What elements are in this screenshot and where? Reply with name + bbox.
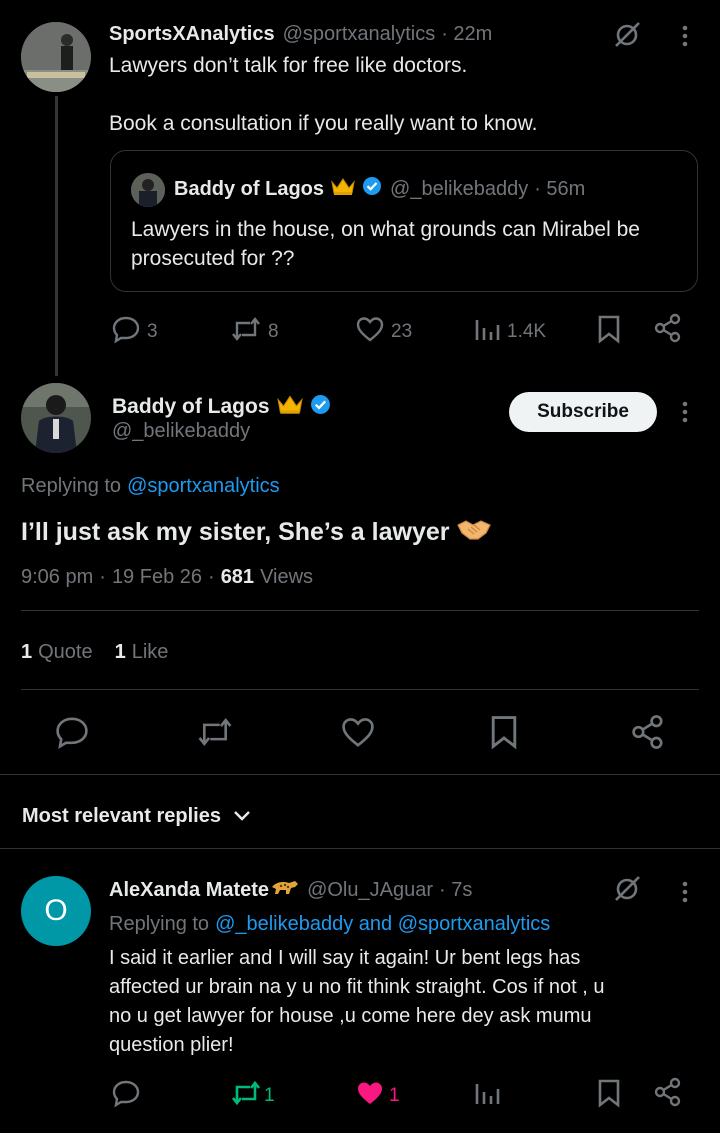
author-handle[interactable]: @_belikebaddy [112, 420, 250, 443]
avatar[interactable] [21, 383, 91, 453]
chevron-down-icon [233, 805, 251, 828]
author-handle[interactable]: @Olu_JAguar [307, 879, 433, 902]
reply-icon[interactable] [111, 1078, 141, 1108]
post-time: 9:06 pm [21, 565, 94, 588]
heart-icon [355, 314, 385, 350]
reply-icon[interactable] [54, 714, 90, 750]
handshake-icon [457, 517, 492, 548]
share-icon[interactable] [653, 313, 683, 343]
avatar[interactable] [21, 22, 91, 92]
thread-line [55, 96, 58, 376]
verified-badge-icon [310, 394, 331, 421]
post-text: I’ll just ask my sister, She’s a lawyer [21, 517, 450, 546]
like-button[interactable]: 23 [355, 314, 412, 350]
divider [21, 689, 699, 690]
quotes-label: Quote [38, 640, 93, 663]
sort-replies-dropdown[interactable]: Most relevant replies [22, 802, 251, 830]
repost-icon [230, 1078, 262, 1114]
reply-count: 3 [147, 321, 158, 342]
quoted-avatar [131, 173, 165, 207]
repost-icon [230, 314, 262, 350]
quoted-post-text: Lawyers in the house, on what grounds ca… [131, 218, 640, 270]
post-text-line: Book a consultation if you really want t… [109, 112, 538, 135]
share-icon[interactable] [653, 1077, 683, 1107]
post-text-line: Lawyers don’t talk for free like doctors… [109, 54, 468, 77]
jaguar-icon [271, 878, 299, 902]
divider [21, 610, 699, 611]
reply-text-line: affected ur brain na y u no fit think st… [109, 976, 605, 998]
replying-to-label: Replying to [21, 474, 122, 497]
more-options-icon[interactable] [680, 400, 690, 424]
author-name[interactable]: AleXanda Matete [109, 879, 269, 902]
avatar-letter: O [44, 894, 68, 927]
views-label: Views [260, 565, 314, 588]
quoted-post[interactable]: Baddy of Lagos @_belikebaddy · 56m Lawye… [110, 150, 698, 292]
heart-icon[interactable] [340, 714, 376, 750]
likes-stat[interactable]: 1 Like [115, 641, 169, 664]
reply-button[interactable]: 3 [111, 314, 158, 350]
post-time[interactable]: · 22m [441, 23, 492, 46]
grok-icon[interactable] [612, 20, 642, 50]
section-divider [0, 774, 720, 775]
quoted-author-name: Baddy of Lagos [174, 177, 325, 200]
quotes-count: 1 [21, 640, 33, 663]
repost-button[interactable]: 1 [230, 1078, 275, 1114]
avatar[interactable]: O [21, 876, 91, 946]
reply-icon [111, 314, 141, 350]
views-icon[interactable] [473, 1078, 501, 1108]
post-time[interactable]: · 7s [439, 879, 472, 902]
crown-icon [276, 393, 304, 421]
separator-dot: · [208, 565, 215, 588]
author-name[interactable]: Baddy of Lagos [112, 395, 270, 419]
verified-badge-icon [362, 176, 382, 202]
more-options-icon[interactable] [680, 24, 690, 48]
section-divider [0, 848, 720, 849]
sort-label: Most relevant replies [22, 804, 221, 827]
author-name[interactable]: SportsXAnalytics [109, 23, 275, 46]
like-count: 23 [391, 321, 413, 342]
bookmark-icon[interactable] [596, 1078, 622, 1108]
post-date: 19 Feb 26 [111, 565, 203, 588]
grok-icon[interactable] [612, 874, 642, 904]
crown-icon [330, 176, 356, 202]
subscribe-button[interactable]: Subscribe [509, 392, 657, 432]
share-icon[interactable] [630, 714, 666, 750]
views-icon [473, 314, 501, 350]
bookmark-icon[interactable] [488, 714, 520, 750]
reply-text-line: no u get lawyer for house ,u come here d… [109, 1005, 592, 1027]
repost-count: 8 [268, 321, 279, 342]
reply-text: I said it earlier and I will say it agai… [109, 944, 604, 1060]
replying-to-label: Replying to [109, 912, 210, 935]
repost-button[interactable]: 8 [230, 314, 279, 350]
separator-dot: · [99, 565, 106, 588]
replying-to-link[interactable]: @sportxanalytics [127, 475, 280, 498]
views-count: 681 [220, 565, 255, 588]
quoted-author-handle: @_belikebaddy [390, 177, 529, 200]
heart-filled-icon [355, 1078, 385, 1114]
like-button[interactable]: 1 [355, 1078, 400, 1114]
likes-label: Like [131, 640, 169, 663]
views-count: 1.4K [507, 321, 547, 342]
author-handle[interactable]: @sportxanalytics [283, 23, 436, 46]
views-button[interactable]: 1.4K [473, 314, 546, 350]
reply-text-line: question plier! [109, 1034, 234, 1056]
replying-to-link[interactable]: @_belikebaddy and @sportxanalytics [215, 913, 550, 936]
more-options-icon[interactable] [680, 880, 690, 904]
repost-count: 1 [264, 1085, 275, 1106]
like-count: 1 [389, 1085, 400, 1106]
quoted-post-time: · 56m [534, 177, 586, 200]
repost-icon[interactable] [196, 714, 234, 750]
quotes-stat[interactable]: 1 Quote [21, 641, 93, 664]
likes-count: 1 [114, 640, 126, 663]
bookmark-icon[interactable] [596, 314, 622, 344]
reply-text-line: I said it earlier and I will say it agai… [109, 947, 581, 969]
